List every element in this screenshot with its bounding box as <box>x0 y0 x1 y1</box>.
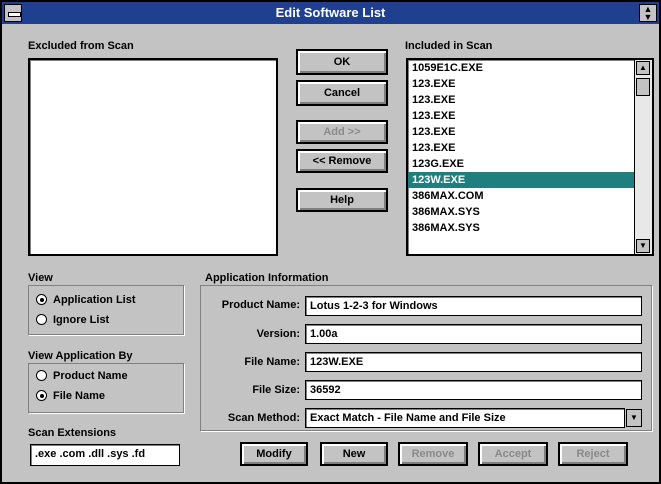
included-list-item[interactable]: 123.EXE <box>408 76 634 92</box>
help-button[interactable]: Help <box>296 188 388 212</box>
file-name-input[interactable]: 123W.EXE <box>305 352 642 372</box>
add-button[interactable]: Add >> <box>296 120 388 144</box>
app-info-label: Application Information <box>205 272 329 284</box>
minimize-maximize-icon[interactable]: ▲ ▼ <box>639 4 657 22</box>
remove-button[interactable]: << Remove <box>296 149 388 173</box>
accept-button[interactable]: Accept <box>478 442 548 466</box>
view-group <box>28 285 184 335</box>
included-list-item[interactable]: 1059E1C.EXE <box>408 60 634 76</box>
file-name-label: File Name: <box>244 356 300 368</box>
view-by-file-name[interactable]: File Name <box>36 390 105 402</box>
scan-method-label: Scan Method: <box>227 412 300 424</box>
radio-unselected-icon <box>36 314 47 325</box>
included-list-item[interactable]: 123G.EXE <box>408 156 634 172</box>
included-list-item[interactable]: 123.EXE <box>408 108 634 124</box>
included-list-item[interactable]: 386MAX.SYS <box>408 204 634 220</box>
title-bar: Edit Software List ▲ ▼ <box>2 2 659 24</box>
scroll-thumb[interactable] <box>636 78 650 96</box>
scan-extensions-label: Scan Extensions <box>28 427 117 439</box>
excluded-listbox[interactable] <box>28 58 278 256</box>
cancel-button[interactable]: Cancel <box>296 80 388 106</box>
included-list-item[interactable]: 386MAX.SYS <box>408 220 634 236</box>
excluded-label: Excluded from Scan <box>28 40 134 52</box>
included-list-item[interactable]: 123.EXE <box>408 124 634 140</box>
radio-unselected-icon <box>36 370 47 381</box>
included-list-item[interactable]: 123.EXE <box>408 140 634 156</box>
modify-button[interactable]: Modify <box>240 442 308 466</box>
file-size-label: File Size: <box>252 384 300 396</box>
view-option-application-list[interactable]: Application List <box>36 294 136 306</box>
edit-software-list-window: Edit Software List ▲ ▼ Excluded from Scan… <box>0 0 661 484</box>
version-input[interactable]: 1.00a <box>305 324 642 344</box>
radio-selected-icon <box>36 390 47 401</box>
ok-button[interactable]: OK <box>296 49 388 75</box>
included-label: Included in Scan <box>405 40 493 52</box>
radio-selected-icon <box>36 294 47 305</box>
view-by-label: View Application By <box>28 350 133 362</box>
scroll-down-icon[interactable]: ▼ <box>636 239 650 253</box>
scan-extensions-input[interactable]: .exe .com .dll .sys .fd <box>30 444 180 466</box>
included-list-item[interactable]: 386MAX.COM <box>408 188 634 204</box>
included-listbox[interactable]: 1059E1C.EXE 123.EXE 123.EXE 123.EXE 123.EXE 1… <box>406 58 654 256</box>
included-list-item[interactable]: 123W.EXE <box>408 172 634 188</box>
window-title: Edit Software List <box>275 5 386 20</box>
product-name-input[interactable]: Lotus 1-2-3 for Windows <box>305 296 642 316</box>
scroll-up-icon[interactable]: ▲ <box>636 61 650 75</box>
system-menu-icon[interactable] <box>4 4 22 22</box>
view-label: View <box>28 272 53 284</box>
product-name-label: Product Name: <box>221 299 300 311</box>
view-by-product-name[interactable]: Product Name <box>36 370 128 382</box>
view-option-ignore-list[interactable]: Ignore List <box>36 314 109 326</box>
remove-app-button[interactable]: Remove <box>398 442 468 466</box>
scan-method-select[interactable]: Exact Match - File Name and File Size <box>305 408 625 428</box>
included-scrollbar[interactable]: ▲ ▼ <box>634 60 652 254</box>
file-size-input[interactable]: 36592 <box>305 380 642 400</box>
included-list-item[interactable]: 123.EXE <box>408 92 634 108</box>
dropdown-arrow-icon[interactable]: ▼ <box>626 409 642 427</box>
reject-button[interactable]: Reject <box>558 442 628 466</box>
version-label: Version: <box>256 328 300 340</box>
new-button[interactable]: New <box>320 442 388 466</box>
